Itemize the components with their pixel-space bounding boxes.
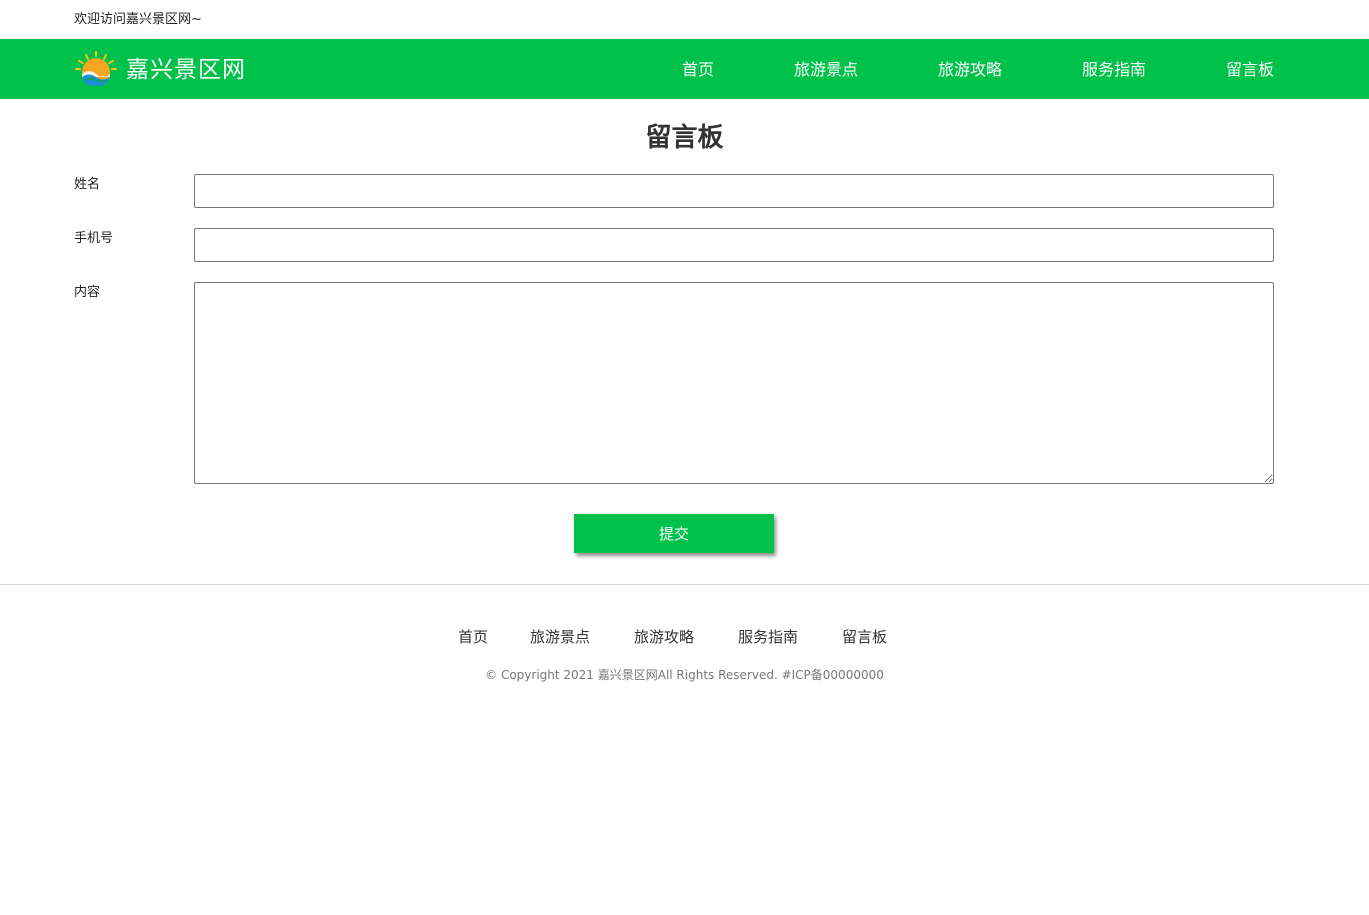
main-nav: 首页 旅游景点 旅游攻略 服务指南 留言板 xyxy=(0,39,1369,99)
footer-link-attractions[interactable]: 旅游景点 xyxy=(530,626,590,648)
phone-label: 手机号 xyxy=(74,231,114,246)
top-bar: 欢迎访问嘉兴景区网~ xyxy=(0,0,1369,39)
phone-input[interactable] xyxy=(194,228,1274,262)
nav-item-message-board[interactable]: 留言板 xyxy=(1226,39,1274,99)
name-input[interactable] xyxy=(194,174,1274,208)
welcome-text: 欢迎访问嘉兴景区网~ xyxy=(74,12,202,27)
nav-item-guides[interactable]: 旅游攻略 xyxy=(938,39,1002,99)
footer-nav: 首页 旅游景点 旅游攻略 服务指南 留言板 xyxy=(0,626,1369,648)
footer-link-service[interactable]: 服务指南 xyxy=(738,626,798,648)
footer-link-home[interactable]: 首页 xyxy=(458,626,488,648)
footer-link-guides[interactable]: 旅游攻略 xyxy=(634,626,694,648)
nav-item-service[interactable]: 服务指南 xyxy=(1082,39,1146,99)
copyright-text: © Copyright 2021 嘉兴景区网All Rights Reserve… xyxy=(485,668,884,682)
name-label: 姓名 xyxy=(74,177,101,192)
nav-item-attractions[interactable]: 旅游景点 xyxy=(794,39,858,99)
content-label: 内容 xyxy=(74,285,101,300)
footer-divider xyxy=(0,584,1369,585)
page-title: 留言板 xyxy=(645,123,724,153)
footer-link-message-board[interactable]: 留言板 xyxy=(842,626,887,648)
nav-item-home[interactable]: 首页 xyxy=(682,39,714,99)
content-textarea[interactable] xyxy=(194,282,1274,484)
submit-button[interactable]: 提交 xyxy=(574,514,774,553)
